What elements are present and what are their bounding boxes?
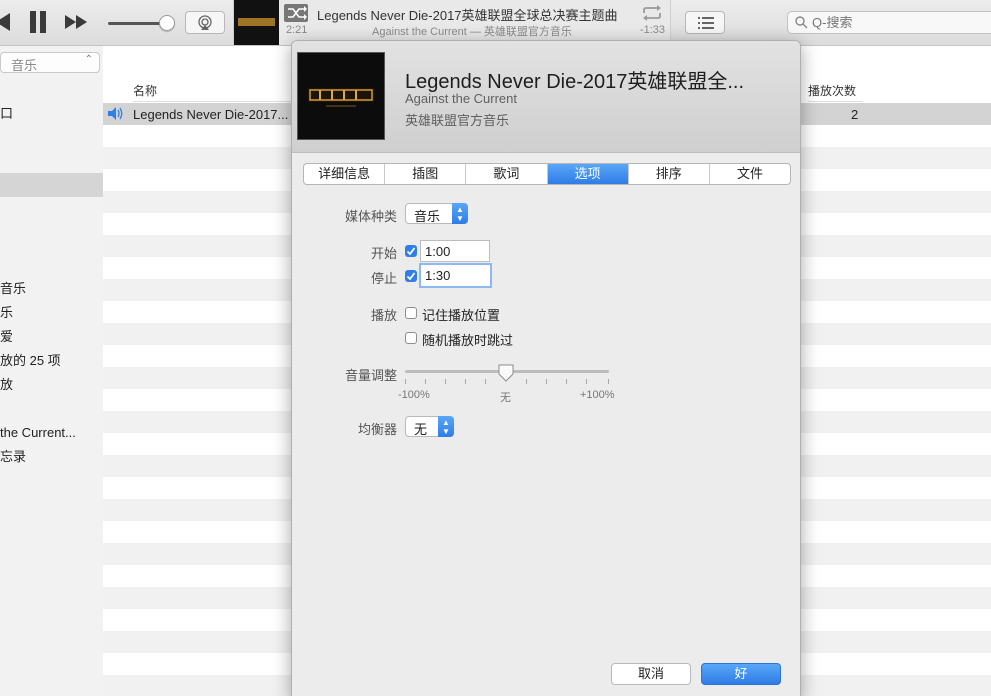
remaining-time: -1:33	[639, 24, 665, 36]
next-icon[interactable]	[65, 15, 87, 32]
song-name: Legends Never Die-2017...	[133, 107, 289, 122]
dialog-header: Legends Never Die-2017英雄联盟全... Against t…	[292, 41, 800, 153]
library-source-select[interactable]: 音乐 ⌃	[0, 52, 100, 73]
sidebar-item[interactable]: 放	[0, 373, 103, 397]
skip-shuffle-label[interactable]: 随机播放时跳过	[422, 330, 513, 349]
airplay-icon	[197, 15, 213, 34]
tab-details[interactable]: 详细信息	[304, 164, 386, 184]
now-playing-title: Legends Never Die-2017英雄联盟全球总决赛主题曲	[317, 8, 618, 23]
sidebar-item-selected[interactable]	[0, 173, 103, 197]
remember-position-label[interactable]: 记住播放位置	[422, 305, 500, 324]
tab-file[interactable]: 文件	[710, 164, 790, 184]
pause-icon[interactable]	[29, 11, 47, 36]
start-label: 开始	[370, 246, 397, 261]
tab-options[interactable]: 选项	[547, 164, 629, 184]
volume-min-label: -100%	[398, 389, 430, 401]
sidebar-item[interactable]: 放的 25 项	[0, 349, 103, 373]
sidebar-item[interactable]: 口	[0, 102, 103, 126]
sidebar-item[interactable]: 乐	[0, 301, 103, 325]
column-header-name[interactable]: 名称	[133, 80, 313, 102]
now-playing-display: 2:21 Legends Never Die-2017英雄联盟全球总决赛主题曲 …	[233, 0, 671, 45]
stop-checkbox[interactable]	[405, 270, 417, 282]
search-input[interactable]	[812, 15, 982, 30]
search-icon	[795, 16, 808, 32]
shuffle-icon[interactable]	[284, 4, 308, 25]
sidebar-item[interactable]: 爱	[0, 325, 103, 349]
equalizer-value: 无	[414, 422, 428, 437]
volume-max-label: +100%	[580, 389, 615, 401]
ok-button[interactable]: 好	[701, 663, 781, 685]
column-header-plays[interactable]: 播放次数	[808, 80, 863, 102]
slider-tick	[608, 379, 609, 384]
sidebar-item[interactable]: 音乐	[0, 277, 103, 301]
equalizer-select[interactable]: 无 ▲ ▼	[405, 416, 454, 437]
media-kind-value: 音乐	[414, 209, 441, 224]
dialog-tabs: 详细信息 插图 歌词 选项 排序 文件	[303, 163, 791, 185]
cancel-button[interactable]: 取消	[611, 663, 691, 685]
sidebar-item[interactable]: 忘录	[0, 445, 103, 469]
slider-tick	[465, 379, 466, 384]
volume-knob[interactable]	[159, 15, 175, 31]
now-playing-artwork	[234, 0, 279, 45]
slider-tick	[526, 379, 527, 384]
volume-mid-label: 无	[500, 392, 511, 404]
up-next-button[interactable]	[685, 11, 725, 34]
volume-adjust-knob[interactable]	[498, 364, 514, 385]
song-plays: 2	[851, 107, 859, 122]
start-time-input[interactable]	[420, 240, 490, 262]
tab-artwork[interactable]: 插图	[385, 164, 467, 184]
slider-tick	[586, 379, 587, 384]
now-playing-subtitle: Against the Current — 英雄联盟官方音乐	[372, 26, 572, 38]
dialog-artist: Against the Current	[405, 91, 518, 106]
slider-tick	[485, 379, 486, 384]
list-icon	[698, 17, 714, 32]
dialog-title: Legends Never Die-2017英雄联盟全...	[405, 71, 745, 93]
skip-shuffle-checkbox[interactable]	[405, 332, 417, 344]
sidebar: 音乐 ⌃ 口 音乐 乐 爱 放的 25 项 放 the Current... 忘…	[0, 46, 103, 696]
checkmark-icon	[406, 247, 416, 256]
volume-slider[interactable]	[108, 22, 166, 25]
tab-sorting[interactable]: 排序	[629, 164, 710, 184]
airplay-button[interactable]	[185, 11, 225, 34]
media-kind-label: 媒体种类	[344, 209, 397, 224]
media-kind-select[interactable]: 音乐 ▲ ▼	[405, 203, 468, 224]
slider-tick	[405, 379, 406, 384]
elapsed-time: 2:21	[286, 24, 308, 36]
stop-label: 停止	[370, 271, 397, 286]
speaker-icon	[108, 107, 124, 123]
stop-time-input[interactable]	[419, 263, 492, 288]
previous-icon[interactable]	[0, 13, 10, 34]
slider-tick	[445, 379, 446, 384]
search-box[interactable]	[787, 11, 991, 34]
start-checkbox[interactable]	[405, 245, 417, 257]
slider-tick	[546, 379, 547, 384]
playback-label: 播放	[370, 308, 397, 323]
slider-tick	[425, 379, 426, 384]
chevron-updown-icon: ▲ ▼	[438, 416, 454, 437]
album-artwork	[297, 52, 385, 140]
song-info-dialog: Legends Never Die-2017英雄联盟全... Against t…	[291, 40, 801, 696]
library-source-label: 音乐	[11, 58, 38, 73]
volume-adjust-label: 音量调整	[344, 368, 397, 383]
checkmark-icon	[406, 272, 416, 281]
dialog-album: 英雄联盟官方音乐	[405, 113, 510, 128]
slider-tick	[566, 379, 567, 384]
chevron-updown-icon: ⌃	[84, 54, 93, 65]
chevron-updown-icon: ▲ ▼	[452, 203, 468, 224]
repeat-icon[interactable]	[641, 5, 663, 24]
equalizer-label: 均衡器	[357, 422, 397, 437]
remember-position-checkbox[interactable]	[405, 307, 417, 319]
sidebar-item[interactable]: the Current...	[0, 421, 103, 445]
tab-lyrics[interactable]: 歌词	[466, 164, 548, 184]
